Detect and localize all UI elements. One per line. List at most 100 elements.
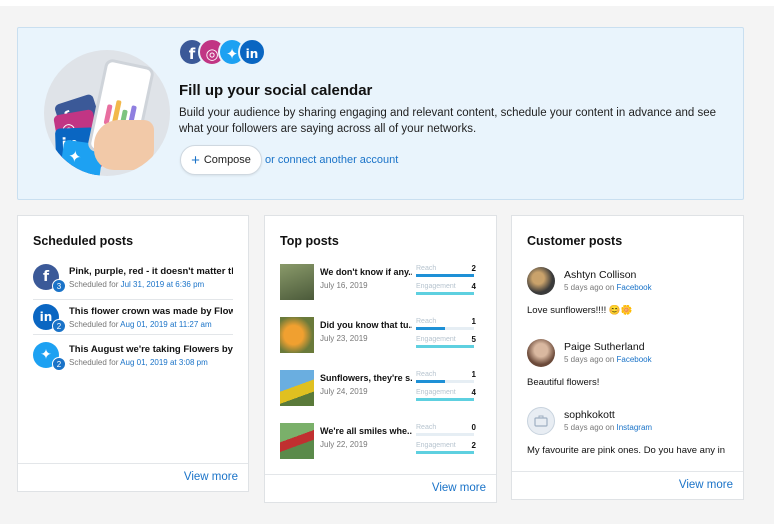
top-bar <box>0 0 774 6</box>
view-more-link[interactable]: View more <box>679 479 733 491</box>
engagement-label: Engagement <box>416 442 456 449</box>
panel-title: Top posts <box>280 234 339 248</box>
reach-value: 2 <box>471 264 476 273</box>
post-text: Pink, purple, red - it doesn't matter th… <box>69 266 233 277</box>
reach-metric: Reach 1 <box>416 370 476 385</box>
reach-value: 0 <box>471 423 476 432</box>
view-more-link[interactable]: View more <box>432 482 486 494</box>
post-text: Sunflowers, they're s... <box>320 373 412 383</box>
reach-metric: Reach 2 <box>416 264 476 279</box>
post-thumbnail <box>280 370 314 406</box>
reach-bar <box>416 380 445 383</box>
reach-value: 1 <box>471 370 476 379</box>
compose-button[interactable]: + Compose <box>180 145 262 175</box>
reach-label: Reach <box>416 424 437 431</box>
reach-bar <box>416 327 445 330</box>
post-thumbnail <box>280 317 314 353</box>
reach-metric: Reach 1 <box>416 317 476 332</box>
post-count-badge: 2 <box>52 319 66 333</box>
engagement-metric: Engagement 2 <box>416 441 476 456</box>
post-schedule: Scheduled for Jul 31, 2019 at 6:36 pm <box>69 280 205 289</box>
post-date: July 22, 2019 <box>320 440 368 449</box>
view-more-link[interactable]: View more <box>184 471 238 483</box>
engagement-label: Engagement <box>416 389 456 396</box>
top-post-item[interactable]: We don't know if any... July 16, 2019 Reac… <box>280 264 476 304</box>
banner-description: Build your audience by sharing engaging … <box>179 107 717 135</box>
engagement-metric: Engagement 5 <box>416 335 476 350</box>
customer-name: Paige Sutherland <box>564 341 645 353</box>
social-calendar-banner: f ◎ in ✦ f ◎ ✦ in Fill up your social ca… <box>17 27 744 200</box>
engagement-value: 4 <box>471 282 476 291</box>
briefcase-icon <box>527 407 555 435</box>
post-date: July 16, 2019 <box>320 281 368 290</box>
hand-illustration <box>94 120 154 170</box>
post-meta: 5 days ago on Instagram <box>564 423 653 432</box>
avatar <box>527 267 555 295</box>
post-meta: 5 days ago on Facebook <box>564 283 652 292</box>
scheduled-posts-panel: Scheduled posts f 3 Pink, purple, red - … <box>17 215 249 492</box>
engagement-metric: Engagement 4 <box>416 282 476 297</box>
engagement-value: 4 <box>471 388 476 397</box>
post-thumbnail <box>280 264 314 300</box>
compose-label: Compose <box>203 154 251 166</box>
post-thumbnail <box>280 423 314 459</box>
customer-name: sophkokott <box>564 409 615 421</box>
panel-title: Customer posts <box>527 234 623 248</box>
post-date: July 24, 2019 <box>320 387 368 396</box>
post-text: We're all smiles whe... <box>320 426 412 436</box>
plus-icon: + <box>191 151 200 169</box>
post-date: July 23, 2019 <box>320 334 368 343</box>
engagement-bar <box>416 292 474 295</box>
connect-account-link[interactable]: or connect another account <box>265 154 398 166</box>
engagement-bar <box>416 345 474 348</box>
engagement-bar <box>416 451 474 454</box>
network-link[interactable]: Facebook <box>616 355 651 364</box>
post-count-badge: 3 <box>52 279 66 293</box>
reach-value: 1 <box>471 317 476 326</box>
phone-illustration: f ◎ in ✦ <box>44 50 170 176</box>
scheduled-post-item[interactable]: f 3 Pink, purple, red - it doesn't matte… <box>33 262 233 298</box>
customer-message: Beautiful flowers! <box>527 377 600 388</box>
top-post-item[interactable]: Did you know that tu... July 23, 2019 Reac… <box>280 317 476 357</box>
schedule-time-link[interactable]: Aug 01, 2019 at 3:08 pm <box>120 358 208 367</box>
customer-name: Ashtyn Collison <box>564 269 637 281</box>
customer-message: My favourite are pink ones. Do you have … <box>527 445 727 456</box>
panel-title: Scheduled posts <box>33 234 134 248</box>
engagement-metric: Engagement 4 <box>416 388 476 403</box>
reach-bar <box>416 274 474 277</box>
customer-message: Love sunflowers!!!! 😊🌼 <box>527 305 633 316</box>
banner-title: Fill up your social calendar <box>179 82 373 99</box>
divider <box>33 334 233 335</box>
reach-metric: Reach 0 <box>416 423 476 438</box>
engagement-value: 2 <box>471 441 476 450</box>
customer-posts-panel: Customer posts Ashtyn Collison 5 days ag… <box>511 215 744 500</box>
divider <box>33 299 233 300</box>
panel-footer: View more <box>265 474 496 502</box>
post-text: This flower crown was made by Flowers <box>69 306 233 317</box>
reach-label: Reach <box>416 318 437 325</box>
network-link[interactable]: Facebook <box>616 283 651 292</box>
engagement-bar <box>416 398 474 401</box>
schedule-time-link[interactable]: Jul 31, 2019 at 6:36 pm <box>121 280 205 289</box>
schedule-time-link[interactable]: Aug 01, 2019 at 11:27 am <box>120 320 211 329</box>
scheduled-post-item[interactable]: in 2 This flower crown was made by Flowe… <box>33 302 233 338</box>
avatar <box>527 339 555 367</box>
network-link[interactable]: Instagram <box>616 423 652 432</box>
top-posts-panel: Top posts We don't know if any... July 16… <box>264 215 497 503</box>
reach-label: Reach <box>416 371 437 378</box>
linkedin-icon: in <box>238 38 266 66</box>
reach-label: Reach <box>416 265 437 272</box>
panel-footer: View more <box>18 463 248 491</box>
post-text: Did you know that tu... <box>320 320 412 330</box>
post-meta: 5 days ago on Facebook <box>564 355 652 364</box>
engagement-value: 5 <box>471 335 476 344</box>
post-schedule: Scheduled for Aug 01, 2019 at 11:27 am <box>69 320 212 329</box>
post-count-badge: 2 <box>52 357 66 371</box>
panel-footer: View more <box>512 471 743 499</box>
post-text: We don't know if any... <box>320 267 412 277</box>
top-post-item[interactable]: We're all smiles whe... July 22, 2019 Reac… <box>280 423 476 463</box>
scheduled-post-item[interactable]: ✦ 2 This August we're taking Flowers by … <box>33 340 233 376</box>
top-post-item[interactable]: Sunflowers, they're s... July 24, 2019 Rea… <box>280 370 476 410</box>
engagement-label: Engagement <box>416 283 456 290</box>
engagement-label: Engagement <box>416 336 456 343</box>
